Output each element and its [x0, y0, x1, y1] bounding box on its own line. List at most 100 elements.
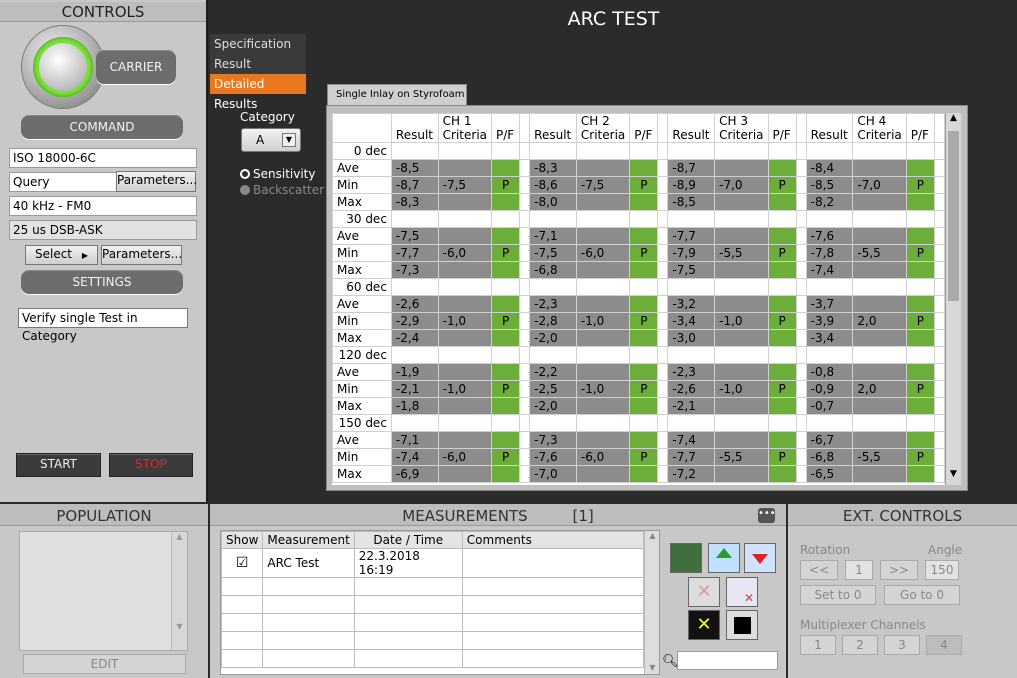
table-row[interactable]: [221, 577, 645, 596]
delete-table-icon[interactable]: ✕: [726, 577, 758, 607]
radio-backscatter[interactable]: Backscatter: [240, 183, 324, 197]
col-pf: P/F: [905, 113, 935, 143]
col-datetime[interactable]: Date / Time: [353, 531, 463, 549]
spacer: [933, 227, 945, 245]
spacer: [657, 227, 669, 245]
stop-button[interactable]: STOP: [109, 453, 193, 477]
delete-icon[interactable]: ✕: [688, 577, 720, 607]
pf-cell: [767, 397, 797, 415]
criteria-cell: [852, 431, 907, 449]
blank-cell: [629, 346, 659, 364]
population-scrollbar[interactable]: ▲ ▼: [171, 532, 187, 650]
col-result: Result: [805, 113, 854, 143]
measurements-count: [1]: [572, 507, 594, 525]
rotate-next-button[interactable]: >>: [880, 560, 918, 580]
edit-button[interactable]: EDIT: [23, 654, 186, 674]
pf-cell: P: [629, 380, 659, 398]
table-row[interactable]: [221, 649, 645, 668]
command-button[interactable]: COMMAND: [21, 115, 183, 139]
carrier-label[interactable]: CARRIER: [96, 50, 176, 84]
blank-cell: [852, 210, 907, 228]
header-blank: [332, 113, 392, 143]
criteria-cell: -5,5: [714, 244, 769, 262]
pf-cell: [491, 159, 521, 177]
tab-single-inlay[interactable]: Single Inlay on Styrofoam: [327, 84, 467, 106]
result-cell: -7,0: [529, 465, 577, 483]
result-cell: -2,1: [667, 397, 716, 415]
col-criteria: CH 2 Criteria: [575, 113, 631, 143]
spacer: [933, 380, 945, 398]
controls-title: CONTROLS: [0, 2, 206, 22]
measurements-scrollbar[interactable]: ▲ ▼: [644, 531, 659, 674]
start-button[interactable]: START: [16, 453, 101, 477]
result-cell: -2,0: [529, 397, 577, 415]
carrier-knob-center[interactable]: [39, 43, 87, 91]
radio-sensitivity[interactable]: Sensitivity: [240, 167, 315, 181]
table-row[interactable]: [221, 631, 645, 650]
spacer: [657, 363, 669, 381]
mux-channel-4[interactable]: 4: [926, 635, 962, 655]
mux-channel-1[interactable]: 1: [800, 635, 836, 655]
tab-detailed-results[interactable]: Detailed Results: [210, 74, 306, 111]
blank-cell: [575, 278, 631, 296]
link-field[interactable]: 40 kHz - FM0: [9, 196, 197, 216]
grid-scrollbar[interactable]: ▲ ▼: [945, 113, 961, 485]
angle-value: 150: [925, 560, 959, 580]
verify-select[interactable]: Verify single Test in Category: [18, 308, 188, 343]
export-board-icon[interactable]: [670, 543, 702, 573]
blank-cell: [657, 142, 669, 160]
query-field[interactable]: Query: [9, 172, 117, 192]
spacer: [519, 261, 531, 279]
rotate-prev-button[interactable]: <<: [800, 560, 838, 580]
blank-cell: [437, 142, 493, 160]
blank-cell: [795, 414, 807, 432]
spacer: [933, 329, 945, 347]
col-show[interactable]: Show: [221, 531, 264, 549]
stop-record-icon[interactable]: [726, 610, 758, 640]
blank-cell: [795, 278, 807, 296]
settings-button[interactable]: SETTINGS: [21, 270, 183, 294]
criteria-cell: [575, 363, 631, 381]
measurement-comment[interactable]: [461, 548, 645, 578]
row-label: Min: [332, 380, 392, 398]
row-label: Max: [332, 329, 392, 347]
go-to-0-button[interactable]: Go to 0: [884, 585, 960, 605]
show-checkbox[interactable]: ☑: [221, 548, 264, 578]
tab-result-overview[interactable]: Result Overview: [210, 54, 306, 91]
category-select[interactable]: A ▼: [241, 128, 301, 152]
table-row[interactable]: ☑ ARC Test 22.3.2018 16:19: [221, 548, 645, 578]
parameters-button-1[interactable]: Parameters...: [116, 171, 197, 192]
pf-cell: P: [905, 244, 935, 262]
table-row: Max -7,3 -6,8 -7,5 -7,4: [332, 261, 945, 279]
pf-cell: [491, 295, 521, 313]
select-button[interactable]: Select ▶: [25, 245, 98, 265]
protocol-field[interactable]: ISO 18000-6C: [9, 148, 197, 168]
table-row[interactable]: [221, 613, 645, 632]
blank-cell: [905, 278, 935, 296]
population-list[interactable]: ▲ ▼: [19, 531, 188, 651]
blank-cell: [795, 210, 807, 228]
download-icon[interactable]: [744, 543, 776, 573]
blank-cell: [437, 414, 493, 432]
scroll-up-icon[interactable]: ▲: [946, 113, 961, 129]
result-cell: -7,5: [529, 244, 577, 262]
tab-specification[interactable]: Specification: [210, 34, 306, 54]
set-to-0-button[interactable]: Set to 0: [800, 585, 876, 605]
search-input[interactable]: [677, 651, 778, 670]
spacer: [519, 176, 531, 194]
scroll-thumb[interactable]: [948, 131, 959, 301]
more-icon[interactable]: •••: [758, 508, 776, 523]
table-row[interactable]: [221, 595, 645, 614]
col-comments[interactable]: Comments: [461, 531, 645, 549]
mux-channel-3[interactable]: 3: [884, 635, 920, 655]
spacer: [519, 380, 531, 398]
spacer: [657, 448, 669, 466]
scroll-down-icon[interactable]: ▼: [946, 469, 961, 485]
parameters-button-2[interactable]: Parameters...: [101, 245, 182, 265]
clear-chart-icon[interactable]: ✕: [688, 610, 720, 640]
row-label: Min: [332, 244, 392, 262]
upload-icon[interactable]: [708, 543, 740, 573]
col-measurement[interactable]: Measurement: [262, 531, 355, 549]
mux-channel-2[interactable]: 2: [842, 635, 878, 655]
spacer: [795, 329, 807, 347]
